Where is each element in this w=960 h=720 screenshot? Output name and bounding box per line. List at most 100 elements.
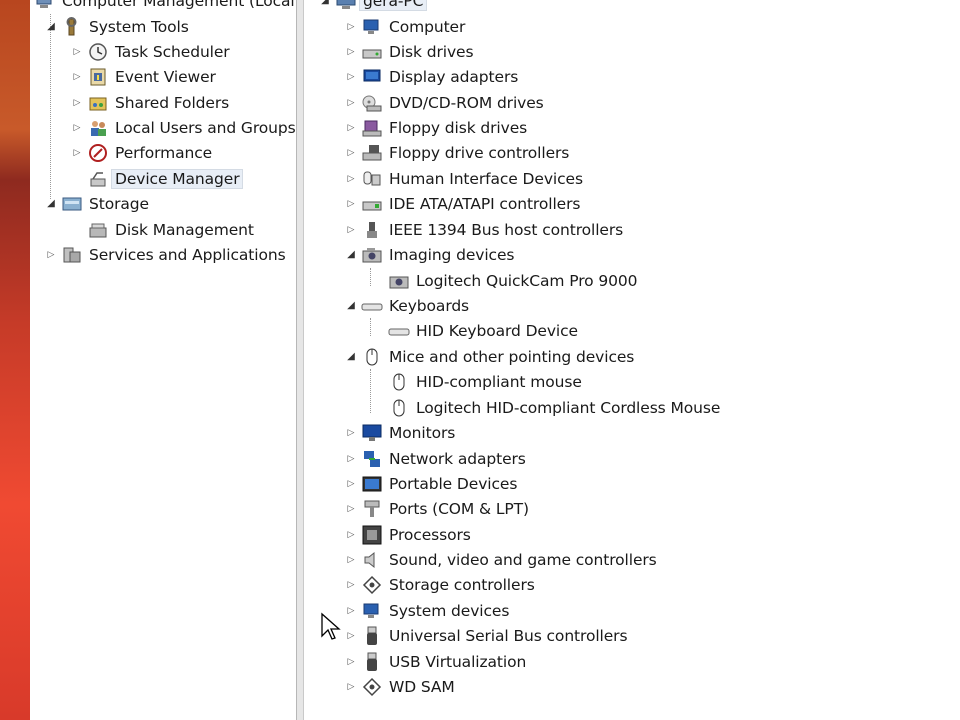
collapsed-arrow-icon[interactable]: ▷ [344, 96, 358, 110]
expanded-arrow-icon[interactable]: ◢ [318, 0, 332, 8]
tree-item-system-devices[interactable]: ▷ System devices [344, 598, 510, 623]
tree-item-event-viewer[interactable]: ▷ Event Viewer [70, 64, 216, 89]
tree-item-label: Task Scheduler [115, 42, 230, 61]
tree-item-label: Monitors [389, 423, 456, 442]
tree-item-monitors[interactable]: ▷ Monitors [344, 420, 456, 445]
collapsed-arrow-icon[interactable]: ▷ [344, 223, 358, 237]
users-icon [87, 117, 109, 139]
mouse-icon [361, 346, 383, 368]
tree-item-label: Sound, video and game controllers [389, 550, 657, 569]
shared-folders-icon [87, 92, 109, 114]
tree-item-imaging-devices[interactable]: ◢ Imaging devices [344, 242, 514, 267]
tree-item-keyboards[interactable]: ◢ Keyboards [344, 293, 469, 318]
collapsed-arrow-icon[interactable]: ▷ [344, 121, 358, 135]
collapsed-arrow-icon[interactable]: ▷ [344, 604, 358, 618]
collapsed-arrow-icon[interactable]: ▷ [344, 172, 358, 186]
tree-item-display-adapters[interactable]: ▷ Display adapters [344, 64, 519, 89]
hid-icon [361, 168, 383, 190]
collapsed-arrow-icon[interactable]: ▷ [344, 655, 358, 669]
collapsed-arrow-icon[interactable]: ▷ [44, 248, 58, 262]
tree-item-floppy-controllers[interactable]: ▷ Floppy drive controllers [344, 140, 570, 165]
network-adapter-icon [361, 448, 383, 470]
port-icon [361, 498, 383, 520]
tree-item-floppy-disk-drives[interactable]: ▷ Floppy disk drives [344, 115, 528, 140]
tree-item-ports[interactable]: ▷ Ports (COM & LPT) [344, 496, 529, 521]
event-viewer-icon [87, 66, 109, 88]
keyboard-icon [388, 320, 410, 342]
tree-item-computer-management[interactable]: Computer Management (Local [34, 0, 295, 13]
tree-item-label: Universal Serial Bus controllers [389, 626, 628, 645]
expanded-arrow-icon[interactable]: ◢ [344, 350, 358, 364]
tree-item-usb-virtualization[interactable]: ▷ USB Virtualization [344, 649, 526, 674]
collapsed-arrow-icon[interactable]: ▷ [70, 121, 84, 135]
tree-item-storage-controllers[interactable]: ▷ Storage controllers [344, 572, 535, 597]
tree-item-storage[interactable]: ◢ Storage [44, 191, 149, 216]
collapsed-arrow-icon[interactable]: ▷ [344, 553, 358, 567]
tree-item-cordless-mouse[interactable]: Logitech HID-compliant Cordless Mouse [388, 395, 720, 420]
tree-item-mice[interactable]: ◢ Mice and other pointing devices [344, 344, 634, 369]
tree-item-label: USB Virtualization [389, 652, 527, 671]
usb-icon [361, 625, 383, 647]
tree-item-processors[interactable]: ▷ Processors [344, 522, 471, 547]
speaker-icon [361, 549, 383, 571]
tree-item-ieee1394[interactable]: ▷ IEEE 1394 Bus host controllers [344, 217, 624, 242]
tree-item-disk-drives[interactable]: ▷ Disk drives [344, 39, 474, 64]
processor-icon [361, 524, 383, 546]
collapsed-arrow-icon[interactable]: ▷ [344, 452, 358, 466]
collapsed-arrow-icon[interactable]: ▷ [344, 426, 358, 440]
tree-item-label: Shared Folders [115, 93, 230, 112]
tree-item-performance[interactable]: ▷ Performance [70, 140, 212, 165]
tree-item-hid-keyboard[interactable]: HID Keyboard Device [388, 318, 578, 343]
collapsed-arrow-icon[interactable]: ▷ [344, 528, 358, 542]
expanded-arrow-icon[interactable]: ◢ [344, 299, 358, 313]
tree-item-device-manager[interactable]: Device Manager [87, 166, 244, 191]
tree-item-dvd-drives[interactable]: ▷ DVD/CD-ROM drives [344, 90, 544, 115]
tree-item-shared-folders[interactable]: ▷ Shared Folders [70, 90, 230, 115]
collapsed-arrow-icon[interactable]: ▷ [344, 477, 358, 491]
device-tree-pane[interactable]: ◢ gera-PC ▷ Computer ▷ Disk drives ▷ Dis… [304, 0, 960, 720]
tree-item-system-tools[interactable]: ◢ System Tools [44, 14, 189, 39]
collapsed-arrow-icon[interactable]: ▷ [70, 45, 84, 59]
tree-item-wd-sam[interactable]: ▷ WD SAM [344, 674, 455, 699]
console-tree-pane[interactable]: Computer Management (Local ◢ System Tool… [30, 0, 298, 720]
tree-item-quickcam[interactable]: Logitech QuickCam Pro 9000 [388, 268, 638, 293]
collapsed-arrow-icon[interactable]: ▷ [344, 502, 358, 516]
storage-controller-icon [361, 676, 383, 698]
tree-item-computer[interactable]: ▷ Computer [344, 14, 466, 39]
tree-item-label: Computer [389, 17, 466, 36]
expanded-arrow-icon[interactable]: ◢ [344, 248, 358, 262]
collapsed-arrow-icon[interactable]: ▷ [344, 45, 358, 59]
tree-item-task-scheduler[interactable]: ▷ Task Scheduler [70, 39, 230, 64]
collapsed-arrow-icon[interactable]: ▷ [344, 680, 358, 694]
expanded-arrow-icon[interactable]: ◢ [44, 20, 58, 34]
storage-icon [61, 193, 83, 215]
tree-item-services-applications[interactable]: ▷ Services and Applications [44, 242, 286, 267]
expanded-arrow-icon[interactable]: ◢ [44, 197, 58, 211]
tree-item-gera-pc[interactable]: ◢ gera-PC [318, 0, 428, 13]
collapsed-arrow-icon[interactable]: ▷ [344, 146, 358, 160]
collapsed-arrow-icon[interactable]: ▷ [70, 70, 84, 84]
tree-item-network-adapters[interactable]: ▷ Network adapters [344, 446, 526, 471]
tree-item-usb-controllers[interactable]: ▷ Universal Serial Bus controllers [344, 623, 628, 648]
tree-item-disk-management[interactable]: Disk Management [87, 217, 254, 242]
collapsed-arrow-icon[interactable]: ▷ [344, 629, 358, 643]
tree-item-hid[interactable]: ▷ Human Interface Devices [344, 166, 584, 191]
tree-guide-line [370, 369, 371, 413]
collapsed-arrow-icon[interactable]: ▷ [70, 96, 84, 110]
pane-splitter[interactable] [296, 0, 304, 720]
imaging-device-icon [361, 244, 383, 266]
tree-item-ide-controllers[interactable]: ▷ IDE ATA/ATAPI controllers [344, 191, 581, 216]
ide-controller-icon [361, 193, 383, 215]
tree-item-portable-devices[interactable]: ▷ Portable Devices [344, 471, 518, 496]
tree-item-label: Logitech HID-compliant Cordless Mouse [416, 398, 721, 417]
collapsed-arrow-icon[interactable]: ▷ [344, 197, 358, 211]
collapsed-arrow-icon[interactable]: ▷ [344, 20, 358, 34]
tree-item-local-users-groups[interactable]: ▷ Local Users and Groups [70, 115, 296, 140]
tree-item-label: Performance [115, 143, 213, 162]
tree-item-sound[interactable]: ▷ Sound, video and game controllers [344, 547, 657, 572]
tree-item-hid-mouse[interactable]: HID-compliant mouse [388, 369, 582, 394]
webcam-icon [388, 270, 410, 292]
collapsed-arrow-icon[interactable]: ▷ [344, 70, 358, 84]
collapsed-arrow-icon[interactable]: ▷ [70, 146, 84, 160]
collapsed-arrow-icon[interactable]: ▷ [344, 578, 358, 592]
